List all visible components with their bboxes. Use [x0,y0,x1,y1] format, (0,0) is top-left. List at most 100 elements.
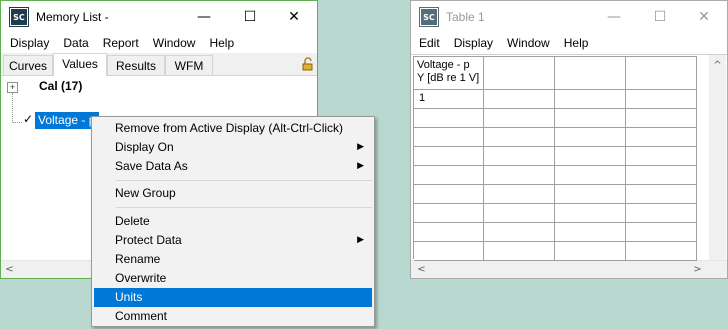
submenu-arrow-icon: ▶ [357,161,364,171]
menu-edit[interactable]: Edit [412,36,447,50]
table-cell[interactable] [484,223,555,242]
scroll-up-icon[interactable]: ^ [709,57,726,74]
table-cell[interactable] [555,166,626,185]
table-cell[interactable] [555,223,626,242]
table-cell[interactable] [484,147,555,166]
tab-wfm[interactable]: WFM [165,55,213,75]
table-cell[interactable] [414,128,484,147]
column-header[interactable]: Voltage - p Y [dB re 1 V] [414,56,484,90]
context-menu: Remove from Active Display (Alt-Ctrl-Cli… [91,116,375,327]
menu-item-overwrite[interactable]: Overwrite [94,269,372,288]
table-cell[interactable] [414,223,484,242]
menu-item-display-on[interactable]: Display On ▶ [94,138,372,157]
table-cell[interactable] [484,109,555,128]
table-cell[interactable] [626,128,697,147]
column-header-name: Voltage - p [417,59,470,71]
table-cell[interactable] [484,166,555,185]
maximize-button[interactable]: ☐ [227,1,273,33]
tree-group-cal[interactable]: Cal (17) [39,79,82,93]
tab-results[interactable]: Results [107,55,165,75]
table-cell[interactable] [626,109,697,128]
table-cell[interactable] [626,204,697,223]
menu-display[interactable]: Display [447,36,500,50]
tab-values[interactable]: Values [53,53,107,76]
menu-help[interactable]: Help [202,36,241,50]
table-cell[interactable] [626,185,697,204]
table-cell[interactable] [484,90,555,109]
menu-item-new-group[interactable]: New Group [94,184,372,203]
menu-data[interactable]: Data [56,36,95,50]
table-cell[interactable] [555,204,626,223]
minimize-button[interactable]: — [591,1,637,33]
table-cell[interactable] [555,242,626,261]
table-menubar: Edit Display Window Help [411,33,727,53]
table-cell[interactable] [626,223,697,242]
table-cell[interactable] [555,185,626,204]
table-cell[interactable] [484,242,555,261]
table-cell[interactable] [626,166,697,185]
table-cell[interactable] [555,109,626,128]
column-header[interactable] [626,56,697,90]
table-cell[interactable] [484,204,555,223]
column-header-units: Y [dB re 1 V] [417,72,480,84]
table-cell[interactable] [626,242,697,261]
close-button[interactable]: ✕ [271,1,317,33]
menu-item-rename[interactable]: Rename [94,250,372,269]
menu-separator [116,207,372,208]
menu-window[interactable]: Window [500,36,557,50]
horizontal-scrollbar[interactable]: < > [411,260,727,278]
menu-item-remove-from-active-display[interactable]: Remove from Active Display (Alt-Ctrl-Cli… [94,119,372,138]
menu-item-save-data-as[interactable]: Save Data As ▶ [94,157,372,176]
menu-separator [116,180,372,181]
vertical-scrollbar[interactable]: ^ [709,55,726,260]
menu-item-label: Comment [115,309,168,323]
menu-window[interactable]: Window [146,36,203,50]
table-cell[interactable]: 1 [414,90,484,109]
menu-item-label: Protect Data [115,233,182,247]
table-cell[interactable] [555,90,626,109]
menu-item-label: Display On [115,140,174,154]
tree-connector-h [12,122,22,124]
tree-expand-button[interactable]: + [7,82,18,93]
memory-list-menubar: Display Data Report Window Help [1,33,317,53]
scroll-right-icon[interactable]: > [689,261,706,278]
column-header[interactable] [484,56,555,90]
table-cell[interactable] [626,147,697,166]
scroll-left-icon[interactable]: < [1,261,18,278]
menu-display[interactable]: Display [3,36,56,50]
app-icon: SC [9,7,29,27]
menu-item-protect-data[interactable]: Protect Data ▶ [94,231,372,250]
table-grid: Voltage - p Y [dB re 1 V] 1 [413,56,709,261]
menu-item-units[interactable]: Units [94,288,372,307]
submenu-arrow-icon: ▶ [357,142,364,152]
window-title: Table 1 [446,10,485,24]
table-cell[interactable] [626,90,697,109]
menu-item-comment[interactable]: Comment [94,307,372,326]
maximize-button[interactable]: ☐ [637,1,683,33]
table-cell[interactable] [414,147,484,166]
tab-curves[interactable]: Curves [3,55,53,75]
lock-icon[interactable] [301,57,315,71]
table-cell[interactable] [414,204,484,223]
table-cell[interactable] [555,128,626,147]
minimize-button[interactable]: — [181,1,227,33]
table-cell[interactable] [484,185,555,204]
menu-item-label: Units [115,290,143,304]
menu-item-delete[interactable]: Delete [94,212,372,231]
table-cell[interactable] [414,166,484,185]
close-button[interactable]: ✕ [681,1,727,33]
menu-item-label: Delete [115,214,150,228]
table-cell[interactable] [414,109,484,128]
menu-report[interactable]: Report [96,36,146,50]
table-cell[interactable] [414,185,484,204]
scroll-left-icon[interactable]: < [413,261,430,278]
table-cell[interactable] [484,128,555,147]
table-cell[interactable] [414,242,484,261]
tree-item-voltage[interactable]: Voltage - p [35,112,99,129]
memory-list-titlebar[interactable]: SC Memory List - — ☐ ✕ [1,1,317,33]
column-header[interactable] [555,56,626,90]
menu-help[interactable]: Help [557,36,596,50]
menu-item-label: Remove from Active Display (Alt-Ctrl-Cli… [115,121,344,135]
table-titlebar[interactable]: SC Table 1 — ☐ ✕ [411,1,727,33]
table-cell[interactable] [555,147,626,166]
